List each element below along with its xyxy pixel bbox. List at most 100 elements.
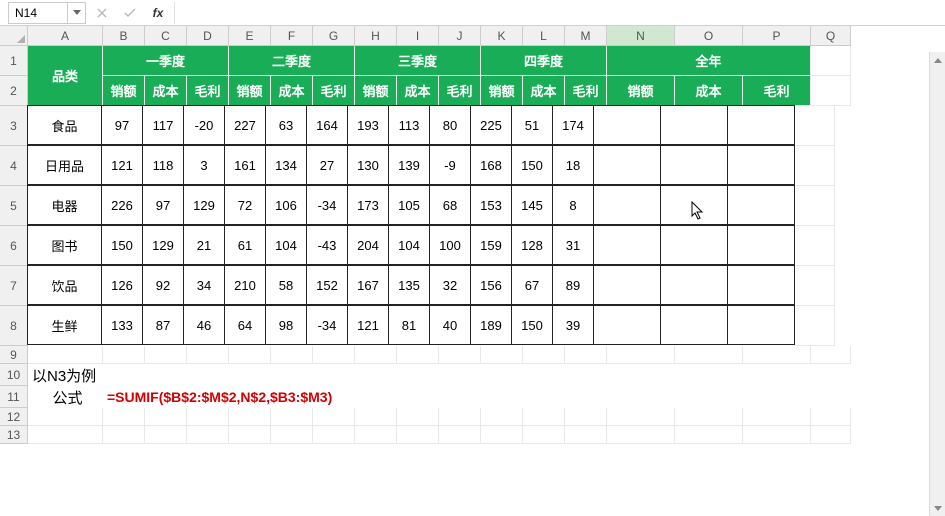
header-metric[interactable]: 成本 bbox=[397, 76, 439, 106]
cell[interactable]: 92 bbox=[142, 265, 184, 305]
column-header-G[interactable]: G bbox=[313, 26, 355, 46]
row-header-7[interactable]: 7 bbox=[0, 266, 28, 306]
header-metric[interactable]: 毛利 bbox=[187, 76, 229, 106]
header-metric[interactable]: 毛利 bbox=[439, 76, 481, 106]
cell[interactable]: 63 bbox=[265, 105, 307, 145]
cell[interactable]: 189 bbox=[470, 305, 512, 345]
cell[interactable] bbox=[28, 408, 103, 426]
cell[interactable] bbox=[593, 145, 661, 185]
header-metric[interactable]: 成本 bbox=[145, 76, 187, 106]
cell[interactable] bbox=[660, 145, 728, 185]
cell[interactable] bbox=[523, 426, 565, 444]
cell[interactable]: 58 bbox=[265, 265, 307, 305]
column-header-F[interactable]: F bbox=[271, 26, 313, 46]
cell[interactable]: 210 bbox=[224, 265, 266, 305]
cell[interactable]: -34 bbox=[306, 305, 348, 345]
cell[interactable]: 27 bbox=[306, 145, 348, 185]
row-header-12[interactable]: 12 bbox=[0, 408, 28, 426]
cell-category[interactable]: 生鲜 bbox=[27, 305, 102, 345]
cell[interactable] bbox=[565, 426, 607, 444]
cell[interactable] bbox=[187, 408, 229, 426]
cell[interactable] bbox=[607, 426, 675, 444]
cell[interactable] bbox=[795, 146, 835, 186]
header-quarter-2[interactable]: 二季度 bbox=[229, 46, 355, 76]
cell[interactable] bbox=[660, 105, 728, 145]
cell[interactable]: 40 bbox=[429, 305, 471, 345]
cell[interactable]: 130 bbox=[347, 145, 389, 185]
cell[interactable] bbox=[727, 145, 795, 185]
cell[interactable]: 89 bbox=[552, 265, 594, 305]
cell[interactable]: 126 bbox=[101, 265, 143, 305]
formula-input[interactable] bbox=[174, 2, 945, 24]
name-box[interactable]: N14 bbox=[8, 2, 68, 24]
cell[interactable]: 121 bbox=[347, 305, 389, 345]
cell[interactable] bbox=[313, 346, 355, 364]
row-header-8[interactable]: 8 bbox=[0, 306, 28, 346]
header-metric[interactable]: 成本 bbox=[523, 76, 565, 106]
cell[interactable] bbox=[28, 426, 103, 444]
cell[interactable] bbox=[743, 408, 811, 426]
header-metric[interactable]: 成本 bbox=[675, 76, 743, 106]
cell[interactable] bbox=[660, 225, 728, 265]
cell[interactable] bbox=[675, 346, 743, 364]
cell[interactable] bbox=[439, 426, 481, 444]
cell[interactable]: 32 bbox=[429, 265, 471, 305]
row-header-13[interactable]: 13 bbox=[0, 426, 28, 444]
cell[interactable]: 133 bbox=[101, 305, 143, 345]
cell-category[interactable]: 饮品 bbox=[27, 265, 102, 305]
cell[interactable]: 113 bbox=[388, 105, 430, 145]
cell[interactable]: 18 bbox=[552, 145, 594, 185]
header-metric[interactable]: 毛利 bbox=[313, 76, 355, 106]
row-header-6[interactable]: 6 bbox=[0, 226, 28, 266]
cell[interactable] bbox=[795, 226, 835, 266]
cell[interactable] bbox=[565, 346, 607, 364]
cell-category[interactable]: 日用品 bbox=[27, 145, 102, 185]
cell[interactable] bbox=[397, 408, 439, 426]
cell[interactable]: 152 bbox=[306, 265, 348, 305]
cell[interactable] bbox=[145, 408, 187, 426]
column-header-O[interactable]: O bbox=[675, 26, 743, 46]
header-metric[interactable]: 成本 bbox=[271, 76, 313, 106]
cell[interactable] bbox=[811, 426, 851, 444]
cell[interactable]: 68 bbox=[429, 185, 471, 225]
cell[interactable] bbox=[313, 426, 355, 444]
cell[interactable]: 98 bbox=[265, 305, 307, 345]
cell[interactable] bbox=[607, 408, 675, 426]
cell[interactable]: 64 bbox=[224, 305, 266, 345]
cell[interactable] bbox=[795, 266, 835, 306]
row-header-2[interactable]: 2 bbox=[0, 76, 28, 106]
cell[interactable]: 118 bbox=[142, 145, 184, 185]
column-header-M[interactable]: M bbox=[565, 26, 607, 46]
formula-text[interactable]: =SUMIF($B$2:$M$2,N$2,$B3:$M3) bbox=[103, 386, 503, 408]
vertical-scrollbar[interactable] bbox=[929, 52, 945, 516]
cell[interactable] bbox=[481, 408, 523, 426]
scroll-up-button[interactable] bbox=[930, 52, 945, 68]
cell[interactable]: 128 bbox=[511, 225, 553, 265]
name-box-dropdown[interactable] bbox=[68, 2, 86, 24]
cell[interactable] bbox=[145, 346, 187, 364]
cell[interactable] bbox=[355, 408, 397, 426]
cell[interactable]: 135 bbox=[388, 265, 430, 305]
row-header-1[interactable]: 1 bbox=[0, 46, 28, 76]
cell[interactable]: 72 bbox=[224, 185, 266, 225]
cell[interactable] bbox=[523, 346, 565, 364]
cell[interactable] bbox=[593, 185, 661, 225]
cell[interactable] bbox=[660, 265, 728, 305]
cell[interactable]: 139 bbox=[388, 145, 430, 185]
cell[interactable]: 39 bbox=[552, 305, 594, 345]
cell[interactable] bbox=[355, 426, 397, 444]
cell[interactable]: 97 bbox=[101, 105, 143, 145]
cell[interactable] bbox=[439, 346, 481, 364]
header-metric[interactable]: 销额 bbox=[481, 76, 523, 106]
cell[interactable]: 167 bbox=[347, 265, 389, 305]
header-metric[interactable]: 销额 bbox=[229, 76, 271, 106]
row-header-5[interactable]: 5 bbox=[0, 186, 28, 226]
cell[interactable]: 153 bbox=[470, 185, 512, 225]
cells-area[interactable]: 销额成本毛利销额成本毛利销额成本毛利销额成本毛利销额成本毛利品类一季度二季度三季… bbox=[28, 46, 851, 444]
cell[interactable] bbox=[743, 426, 811, 444]
cell[interactable]: 227 bbox=[224, 105, 266, 145]
note-example-cell[interactable]: 以N3为例 bbox=[28, 364, 229, 386]
cell[interactable] bbox=[229, 426, 271, 444]
cell[interactable] bbox=[811, 408, 851, 426]
cell[interactable] bbox=[660, 185, 728, 225]
